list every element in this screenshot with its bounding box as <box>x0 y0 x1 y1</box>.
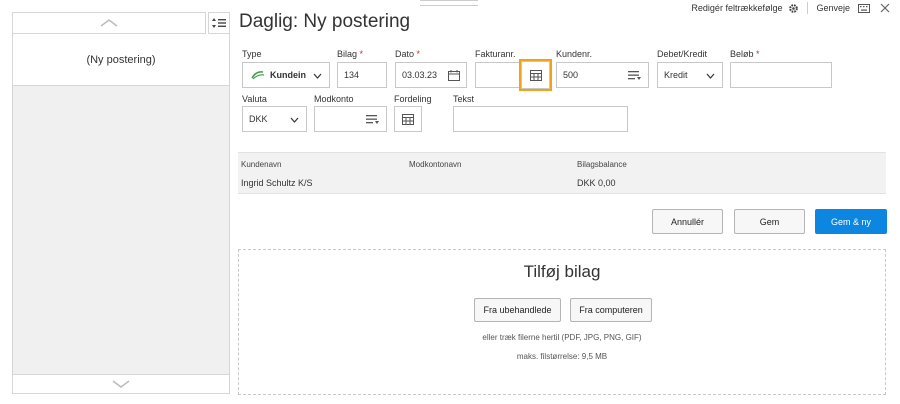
table-lookup-icon <box>529 69 542 81</box>
entry-summary: Kundenavn Ingrid Schultz K/S Modkontonav… <box>238 152 886 194</box>
valuta-label: Valuta <box>242 94 267 104</box>
bilagsbalance-value: DKK 0,00 <box>577 178 616 188</box>
fakturanr-input[interactable] <box>475 62 522 88</box>
keyboard-icon[interactable] <box>858 3 870 13</box>
kundenr-value: 500 <box>563 70 579 80</box>
invoice-lookup-button[interactable] <box>519 59 552 91</box>
edit-field-order-link[interactable]: Redigér feltrækkefølge <box>691 3 782 13</box>
kundenr-label: Kundenr. <box>556 49 593 59</box>
list-item-label: (Ny postering) <box>86 53 156 66</box>
table-icon <box>402 113 414 125</box>
entry-list: (Ny postering) <box>12 34 230 384</box>
cancel-button[interactable]: Annullér <box>652 209 723 234</box>
drag-handle[interactable] <box>420 0 478 6</box>
bilagsbalance-label: Bilagsbalance <box>577 160 627 169</box>
dato-label: Dato * <box>395 49 421 59</box>
sort-icon <box>212 18 226 28</box>
type-select[interactable]: Kundein <box>242 62 330 88</box>
chevron-down-icon <box>112 380 130 388</box>
entry-list-panel: (Ny postering) <box>12 12 230 394</box>
tekst-input[interactable] <box>453 106 628 132</box>
type-value: Kundein <box>270 70 306 80</box>
kundenavn-value: Ingrid Schultz K/S <box>241 178 313 188</box>
kundenr-input[interactable]: 500 <box>556 62 649 88</box>
chevron-down-icon <box>290 117 299 123</box>
close-icon[interactable] <box>880 3 890 13</box>
valuta-select[interactable]: DKK <box>242 106 307 132</box>
list-select-icon <box>365 115 379 124</box>
modkontonavn-label: Modkontonavn <box>409 160 462 169</box>
sort-button[interactable] <box>208 12 230 34</box>
distribution-button[interactable] <box>394 106 422 132</box>
valuta-value: DKK <box>249 114 268 124</box>
debet-kredit-value: Kredit <box>664 70 688 80</box>
page-title: Daglig: Ny postering <box>239 11 411 32</box>
chevron-up-icon <box>100 19 118 27</box>
drag-hint: eller træk filerne hertil (PDF, JPG, PNG… <box>482 333 642 342</box>
debet-kredit-select[interactable]: Kredit <box>657 62 723 88</box>
account-list-button[interactable] <box>358 107 386 131</box>
modkonto-label: Modkonto <box>314 94 354 104</box>
chevron-down-icon <box>313 73 322 79</box>
scroll-up-button[interactable] <box>12 12 206 34</box>
customer-payment-icon <box>251 71 265 80</box>
customer-list-button[interactable] <box>620 63 648 87</box>
save-and-new-button[interactable]: Gem & ny <box>815 209 887 234</box>
bilag-input[interactable]: 134 <box>337 62 387 88</box>
top-toolbar: Redigér feltrækkefølge Genveje <box>691 2 890 14</box>
dato-input[interactable]: 03.03.23 <box>395 62 467 88</box>
kundenavn-label: Kundenavn <box>241 160 282 169</box>
max-size-hint: maks. filstørrelse: 9,5 MB <box>516 352 608 361</box>
from-unprocessed-button[interactable]: Fra ubehandlede <box>474 298 561 322</box>
shortcuts-link[interactable]: Genveje <box>816 3 850 13</box>
attachment-title: Tilføj bilag <box>523 262 601 281</box>
fakturanr-label: Fakturanr. <box>475 49 516 59</box>
gear-icon[interactable] <box>788 3 799 14</box>
list-item[interactable]: (Ny postering) <box>13 34 229 86</box>
belob-input[interactable] <box>730 62 832 88</box>
list-select-icon <box>627 71 641 80</box>
tekst-label: Tekst <box>453 94 475 104</box>
belob-label: Beløb * <box>730 49 760 59</box>
from-computer-button[interactable]: Fra computeren <box>570 298 652 322</box>
modkonto-input[interactable] <box>314 106 387 132</box>
bilag-value: 134 <box>344 70 360 80</box>
scroll-down-button[interactable] <box>12 374 230 394</box>
type-label: Type <box>242 49 262 59</box>
calendar-icon <box>448 69 460 81</box>
attachment-dropzone[interactable]: Tilføj bilag Fra ubehandlede Fra compute… <box>238 249 886 395</box>
dato-value: 03.03.23 <box>402 70 438 80</box>
save-button[interactable]: Gem <box>734 209 805 234</box>
chevron-down-icon <box>706 73 715 79</box>
fordeling-label: Fordeling <box>394 94 432 104</box>
divider <box>807 2 809 14</box>
bilag-label: Bilag * <box>337 49 364 59</box>
debet-kredit-label: Debet/Kredit <box>657 49 708 59</box>
calendar-button[interactable] <box>442 63 466 87</box>
